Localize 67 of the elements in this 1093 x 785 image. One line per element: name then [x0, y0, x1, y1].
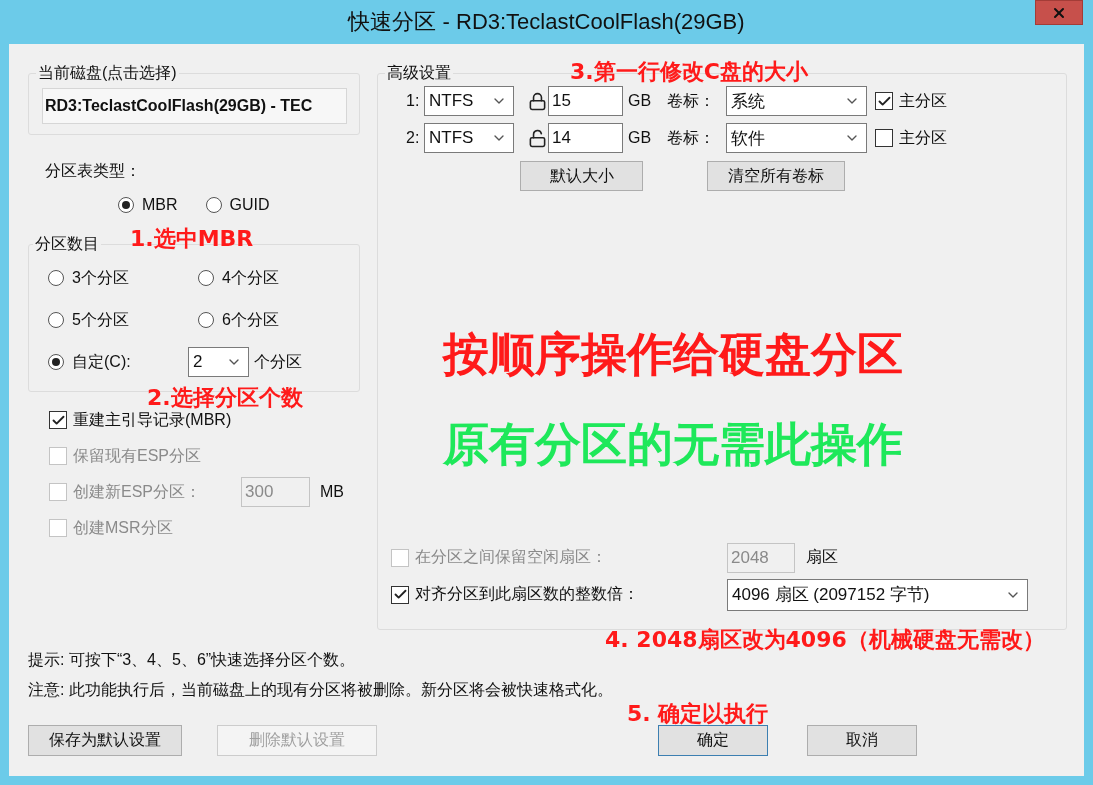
checkbox[interactable]: [391, 585, 409, 604]
note-text: 提示: 可按下“3、4、5、6”快速选择分区个数。: [28, 650, 357, 670]
count-dropdown[interactable]: 2: [188, 347, 249, 377]
action-button[interactable]: 默认大小: [520, 161, 643, 191]
volume-label: 卷标：: [667, 90, 716, 111]
checkbox-label: 创建MSR分区: [73, 517, 173, 538]
partition-table-label: 分区表类型：: [45, 161, 142, 181]
checkbox-label: 主分区: [899, 90, 947, 111]
unlock-icon[interactable]: [528, 128, 547, 148]
action-button[interactable]: 清空所有卷标: [707, 161, 845, 191]
volume-dropdown[interactable]: 软件: [726, 123, 867, 153]
checkbox-label: 重建主引导记录(MBR): [73, 409, 232, 430]
radio-button[interactable]: [48, 354, 64, 370]
headline-annotation: 按顺序操作给硬盘分区: [443, 326, 903, 383]
radio-button[interactable]: [198, 270, 214, 286]
radio-button[interactable]: [198, 312, 214, 328]
radio-label: 5个分区: [72, 309, 129, 330]
checkbox[interactable]: [875, 129, 893, 147]
lock-icon[interactable]: [528, 91, 547, 111]
step-annotation: 3.第一行修改C盘的大小: [570, 58, 808, 86]
radio-label: GUID: [229, 196, 270, 214]
filesystem-dropdown[interactable]: NTFS: [424, 86, 514, 116]
radio-button[interactable]: [205, 197, 222, 213]
radio-label: 3个分区: [72, 267, 129, 288]
checkbox-label: 保留现有ESP分区: [73, 445, 201, 466]
step-annotation: 2.选择分区个数: [147, 384, 303, 412]
step-annotation: 4. 2048扇区改为4096（机械硬盘无需改）: [605, 626, 1045, 654]
window-title: 快速分区 - RD3:TeclastCoolFlash(29GB): [348, 8, 745, 36]
group-title: 高级设置: [386, 63, 452, 83]
unit-label: MB: [320, 483, 344, 501]
close-button[interactable]: [1035, 0, 1083, 25]
radio-label: MBR: [142, 196, 178, 214]
dialog-button[interactable]: 确定: [658, 725, 768, 756]
step-annotation: 5. 确定以执行: [627, 700, 769, 728]
unit-label: 个分区: [254, 351, 302, 372]
step-annotation: 1.选中MBR: [130, 225, 254, 253]
radio-label: 6个分区: [222, 309, 279, 330]
group-title: 当前磁盘(点击选择): [37, 63, 178, 83]
unit-label: GB: [628, 92, 653, 110]
volume-label: 卷标：: [667, 127, 716, 148]
row-index: 2:: [406, 129, 421, 147]
alignment-dropdown[interactable]: 4096 扇区 (2097152 字节): [727, 578, 1028, 611]
size-field[interactable]: 14: [548, 123, 623, 153]
group-title: 分区数目: [34, 234, 100, 254]
checkbox[interactable]: [875, 92, 893, 110]
radio-button[interactable]: [48, 312, 64, 328]
volume-dropdown[interactable]: 系统: [726, 86, 867, 116]
radio-button[interactable]: [118, 197, 134, 213]
size-field[interactable]: 15: [548, 86, 623, 116]
dialog-button[interactable]: 保存为默认设置: [28, 725, 182, 756]
checkbox-label: 在分区之间保留空闲扇区：: [415, 547, 608, 567]
dialog-button[interactable]: 取消: [807, 725, 917, 756]
note-text: 注意: 此功能执行后，当前磁盘上的现有分区将被删除。新分区将会被快速格式化。: [28, 680, 614, 700]
checkbox-label: 主分区: [899, 127, 947, 148]
radio-label: 4个分区: [222, 267, 279, 288]
disk-field[interactable]: RD3:TeclastCoolFlash(29GB) - TEC: [42, 88, 347, 124]
radio-button[interactable]: [48, 270, 64, 286]
check-icon: [392, 587, 408, 602]
unit-label: GB: [628, 129, 653, 147]
unit-label: 扇区: [806, 547, 838, 567]
radio-label: 自定(C):: [72, 351, 131, 372]
headline-annotation: 原有分区的无需此操作: [443, 416, 903, 473]
row-index: 1:: [406, 92, 421, 110]
filesystem-dropdown[interactable]: NTFS: [424, 123, 514, 153]
checkbox-label: 创建新ESP分区：: [73, 481, 202, 502]
checkbox[interactable]: [49, 411, 67, 429]
checkbox-label: 对齐分区到此扇区数的整数倍：: [415, 584, 640, 604]
